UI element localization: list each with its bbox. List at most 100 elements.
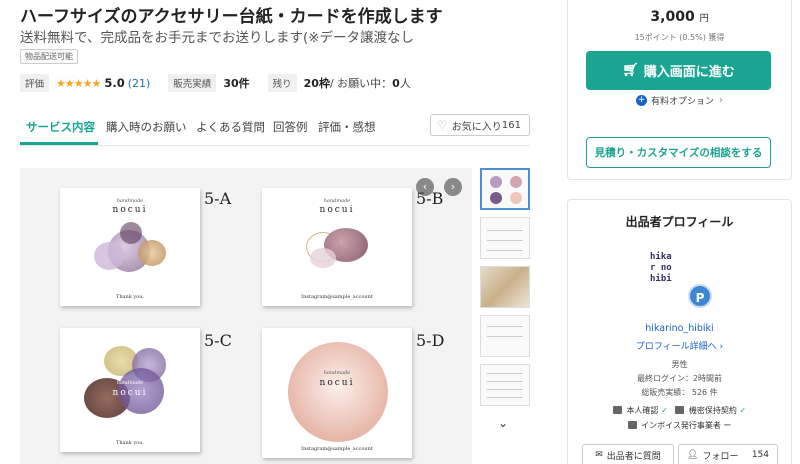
watercolor-circle: [288, 342, 388, 442]
profile-detail-link[interactable]: プロフィール詳細へ ›: [568, 339, 791, 352]
service-subtitle: 送料無料で、完成品をお手元までお送りします(※データ譲渡なし: [20, 30, 415, 46]
contact-seller-label: 出品者に質問: [606, 451, 661, 462]
thumbnail-4[interactable]: [480, 315, 530, 357]
watercolor-blob: [94, 242, 124, 270]
thumbnail-2[interactable]: [480, 217, 530, 259]
tab-reviews[interactable]: 評価・感想: [318, 119, 376, 135]
favorite-button[interactable]: ♡ お気に入り 161: [430, 114, 530, 136]
seller-profile-box: 出品者プロフィール hika r no hibi P hikarino_hibi…: [567, 199, 792, 464]
id-card-icon: [612, 406, 622, 414]
thumb-line: [487, 389, 523, 390]
card-sample-5b: handmade nocui Instagram@sample_account: [262, 188, 412, 306]
gold-blob: [138, 240, 166, 266]
thumb-line: [487, 397, 523, 398]
card-handmade-text: handmade: [116, 380, 144, 386]
consult-button[interactable]: 見積り・カスタマイズの相談をする: [586, 137, 771, 168]
card-footer-text: Thank you.: [115, 294, 145, 300]
rating-value: 5.0: [104, 76, 125, 90]
active-tab-indicator: [20, 142, 98, 145]
thumbnail-3[interactable]: [480, 266, 530, 308]
contact-seller-button[interactable]: ✉ 出品者に質問: [582, 444, 674, 464]
rating-label: 評価: [20, 74, 50, 92]
document-icon: [675, 406, 685, 414]
card-handmade-text: handmade: [116, 198, 144, 204]
follow-count: 154: [751, 450, 769, 460]
card-label-5a: 5-A: [204, 189, 232, 208]
thumb-line: [487, 326, 523, 327]
remaining-label: 残り: [267, 74, 297, 92]
card-label-5d: 5-D: [416, 331, 445, 350]
verification-row: 本人確認 ✓ 機密保持契約 ✓: [568, 405, 791, 416]
heart-icon: ♡: [437, 118, 448, 132]
price: 3,000 円: [568, 9, 791, 25]
thumb-line: [487, 240, 523, 241]
follow-label: フォロー: [702, 451, 739, 462]
card-handmade-text: handmade: [323, 198, 351, 204]
gallery-prev-button[interactable]: ‹: [416, 178, 434, 196]
service-title: ハーフサイズのアクセサリー台紙・カードを作成します: [20, 7, 443, 27]
requests-value: 0: [392, 76, 400, 90]
tab-answer-examples[interactable]: 回答例: [273, 119, 308, 135]
thumb-art: [510, 176, 522, 188]
seller-total-sales: 総販売実績： 526 件: [641, 388, 718, 397]
gallery-next-button[interactable]: ›: [444, 178, 462, 196]
card-footer-text: Instagram@sample_account: [301, 294, 373, 300]
card-sample-5a: handmade nocui Thank you.: [60, 188, 200, 306]
tab-service-content[interactable]: サービス内容: [26, 119, 95, 135]
invoice-label: インボイス発行事業者: [641, 421, 721, 430]
chevron-right-icon: ›: [719, 95, 723, 106]
points-info: 15ポイント (0.5%) 獲得: [634, 33, 725, 42]
profile-detail-label: プロフィール詳細へ: [635, 342, 717, 352]
thumb-line: [487, 373, 523, 374]
thumb-line: [487, 230, 523, 231]
favorite-label: お気に入り: [451, 121, 502, 133]
avatar-text-line: hibi: [650, 274, 672, 284]
chevron-right-icon: ›: [719, 342, 724, 352]
pro-badge-icon: P: [688, 284, 712, 308]
thumbnail-5[interactable]: [480, 364, 530, 406]
card-footer-text: Thank you.: [115, 440, 145, 446]
remaining-value: 20枠: [303, 77, 330, 90]
avatar-text: hika r no hibi: [650, 252, 672, 285]
seller-gender: 男性: [671, 360, 688, 369]
follow-button[interactable]: 👤︎ フォロー 154: [678, 444, 778, 464]
thumb-art: [490, 176, 502, 188]
purchase-button[interactable]: 🛒︎ 購入画面に進む: [586, 51, 771, 90]
profile-title: 出品者プロフィール: [625, 215, 734, 229]
avatar[interactable]: hika r no hibi P: [650, 252, 712, 308]
invoice-row: インボイス発行事業者 ー: [568, 420, 791, 431]
check-icon: ✓: [739, 406, 747, 415]
service-meta: 評価 ★★★★★ 5.0 (21) 販売実績 30件 残り 20枠 / お願い中…: [20, 74, 411, 92]
shipping-tag: 物品配送可能: [20, 49, 78, 64]
card-handmade-text: handmade: [323, 370, 351, 376]
tab-purchase-notes[interactable]: 購入時のお願い: [106, 119, 187, 135]
avatar-text-line: hika: [650, 252, 672, 262]
rating-count-link[interactable]: (21): [128, 77, 151, 90]
card-brand-text: nocui: [319, 378, 355, 388]
invoice-icon: [627, 421, 637, 429]
sales-value: 30件: [223, 77, 250, 90]
cart-icon: 🛒︎: [622, 63, 639, 78]
chevron-down-icon[interactable]: ⌄: [498, 416, 508, 430]
service-tabs: サービス内容 購入時のお願い よくある質問 回答例 評価・感想 ♡ お気に入り …: [20, 112, 530, 146]
paid-options-label: 有料オプション: [650, 97, 714, 107]
card-footer-text: Instagram@sample_account: [301, 446, 373, 452]
card-sample-5d: handmade nocui Instagram@sample_account: [262, 328, 412, 458]
paid-options-link[interactable]: + 有料オプション ›: [568, 94, 791, 107]
rating-stars-icon: ★★★★★: [56, 76, 101, 90]
avatar-text-line: r no: [650, 263, 672, 273]
card-brand-text: nocui: [319, 205, 355, 215]
invoice-status: ー: [723, 421, 732, 430]
user-plus-icon: 👤︎: [687, 450, 699, 460]
purchase-button-label: 購入画面に進む: [643, 65, 735, 80]
gallery-main-image[interactable]: handmade nocui Thank you. 5-A handmade n…: [20, 168, 472, 464]
card-label-5c: 5-C: [204, 331, 232, 350]
seller-username[interactable]: hikarino_hibiki: [568, 323, 791, 334]
thumb-line: [487, 381, 523, 382]
price-currency: 円: [699, 14, 709, 24]
gallery-thumbnails: ⌄: [480, 168, 530, 464]
thumb-line: [487, 250, 523, 251]
thumbnail-1[interactable]: [480, 168, 530, 210]
plus-circle-icon: +: [635, 95, 647, 106]
tab-faq[interactable]: よくある質問: [196, 119, 265, 135]
